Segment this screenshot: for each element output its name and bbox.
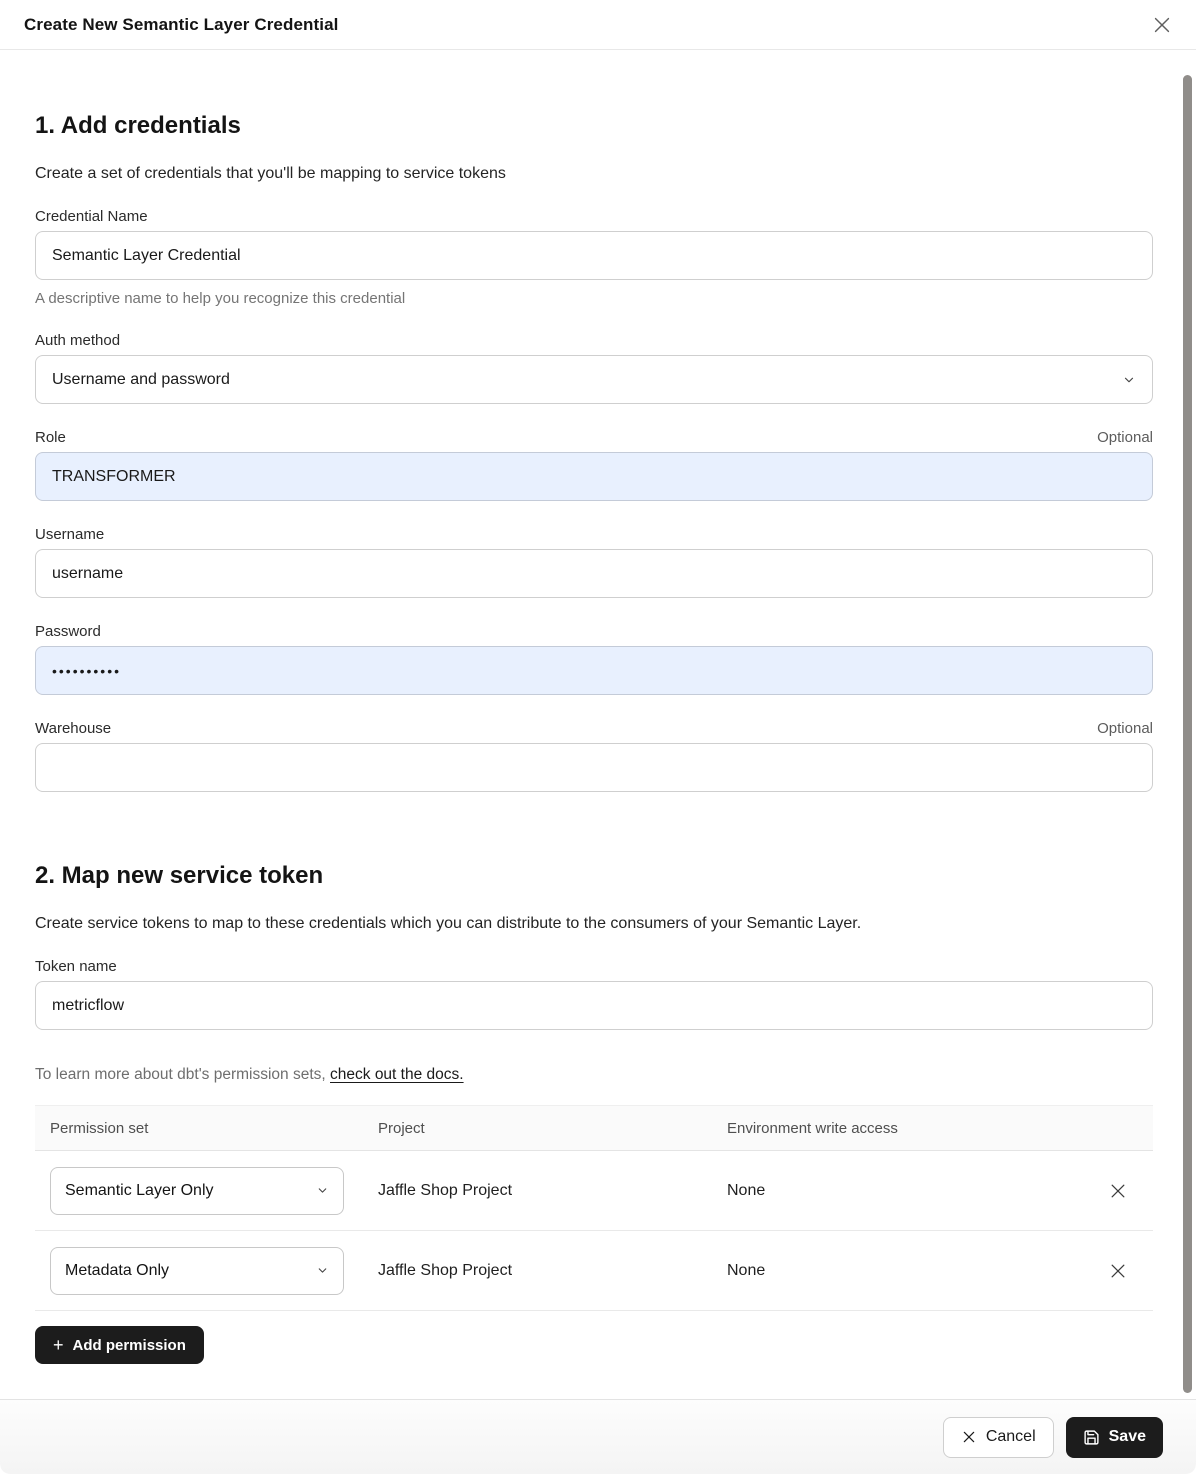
project-cell: Jaffle Shop Project <box>378 1262 727 1280</box>
add-permission-button[interactable]: + Add permission <box>35 1326 204 1364</box>
token-name-input[interactable] <box>35 981 1153 1030</box>
floppy-disk-icon <box>1083 1429 1100 1446</box>
chevron-down-icon <box>316 1184 329 1197</box>
permission-table-row: Metadata Only Jaffle Shop Project None <box>35 1231 1153 1311</box>
username-input[interactable] <box>35 549 1153 598</box>
section1-heading: 1. Add credentials <box>35 112 1153 140</box>
permission-table-row: Semantic Layer Only Jaffle Shop Project … <box>35 1151 1153 1231</box>
credential-name-helper: A descriptive name to help you recognize… <box>35 290 1153 307</box>
column-header-environment-write-access: Environment write access <box>727 1120 1083 1137</box>
chevron-down-icon <box>316 1264 329 1277</box>
username-field-group: Username <box>35 526 1153 598</box>
permission-set-select-row-2[interactable]: Metadata Only <box>50 1247 344 1295</box>
token-name-field-group: Token name <box>35 958 1153 1030</box>
permission-set-selected-value: Semantic Layer Only <box>65 1182 214 1200</box>
modal-title: Create New Semantic Layer Credential <box>24 15 338 35</box>
x-icon <box>1108 1261 1128 1281</box>
section2-description: Create service tokens to map to these cr… <box>35 915 1153 933</box>
password-label: Password <box>35 623 101 640</box>
auth-method-selected-value: Username and password <box>52 371 230 389</box>
docs-note: To learn more about dbt's permission set… <box>35 1066 1153 1084</box>
modal-header: Create New Semantic Layer Credential <box>0 0 1196 50</box>
cancel-label: Cancel <box>986 1428 1036 1446</box>
role-label: Role <box>35 429 66 446</box>
warehouse-field-group: Warehouse Optional <box>35 720 1153 792</box>
credential-name-label: Credential Name <box>35 208 148 225</box>
create-credential-modal: Create New Semantic Layer Credential 1. … <box>0 0 1196 1474</box>
close-icon <box>1151 14 1173 36</box>
section1-description: Create a set of credentials that you'll … <box>35 165 1153 183</box>
warehouse-optional-tag: Optional <box>1097 720 1153 737</box>
credential-name-field-group: Credential Name A descriptive name to he… <box>35 208 1153 307</box>
role-optional-tag: Optional <box>1097 429 1153 446</box>
chevron-down-icon <box>1122 373 1136 387</box>
environment-write-access-cell: None <box>727 1262 1083 1280</box>
password-input[interactable] <box>35 646 1153 695</box>
save-button[interactable]: Save <box>1066 1417 1163 1458</box>
permission-set-selected-value: Metadata Only <box>65 1262 169 1280</box>
password-field-group: Password <box>35 623 1153 695</box>
auth-method-select[interactable]: Username and password <box>35 355 1153 404</box>
credential-name-input[interactable] <box>35 231 1153 280</box>
column-header-project: Project <box>378 1120 727 1137</box>
docs-note-prefix: To learn more about dbt's permission set… <box>35 1066 330 1083</box>
username-label: Username <box>35 526 104 543</box>
docs-link[interactable]: check out the docs. <box>330 1066 464 1083</box>
role-input[interactable] <box>35 452 1153 501</box>
add-permission-label: Add permission <box>73 1337 186 1354</box>
project-cell: Jaffle Shop Project <box>378 1182 727 1200</box>
permission-set-select-row-1[interactable]: Semantic Layer Only <box>50 1167 344 1215</box>
permissions-table-header: Permission set Project Environment write… <box>35 1106 1153 1151</box>
plus-icon: + <box>53 1336 64 1354</box>
section2-heading: 2. Map new service token <box>35 862 1153 890</box>
environment-write-access-cell: None <box>727 1182 1083 1200</box>
save-label: Save <box>1109 1428 1146 1446</box>
auth-method-label: Auth method <box>35 332 120 349</box>
vertical-scrollbar[interactable] <box>1183 75 1192 1393</box>
cancel-button[interactable]: Cancel <box>943 1417 1054 1458</box>
delete-permission-row-2-button[interactable] <box>1102 1255 1134 1287</box>
auth-method-field-group: Auth method Username and password <box>35 332 1153 404</box>
role-field-group: Role Optional <box>35 429 1153 501</box>
column-header-permission-set: Permission set <box>35 1120 378 1137</box>
x-icon <box>1108 1181 1128 1201</box>
warehouse-input[interactable] <box>35 743 1153 792</box>
token-name-label: Token name <box>35 958 117 975</box>
x-icon <box>961 1429 977 1445</box>
close-button[interactable] <box>1148 11 1176 39</box>
delete-permission-row-1-button[interactable] <box>1102 1175 1134 1207</box>
modal-footer: Cancel Save <box>0 1399 1196 1474</box>
modal-body: 1. Add credentials Create a set of crede… <box>0 112 1196 1364</box>
warehouse-label: Warehouse <box>35 720 111 737</box>
permissions-table: Permission set Project Environment write… <box>35 1105 1153 1311</box>
